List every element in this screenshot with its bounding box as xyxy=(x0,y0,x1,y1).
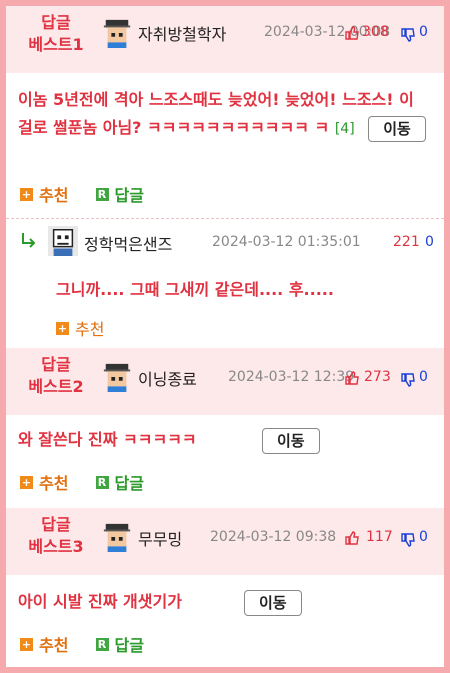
thumbs-down-icon[interactable] xyxy=(400,27,416,43)
comment-date: 2024-03-12 12:39 xyxy=(228,369,355,385)
best-comment-header-2: 답글 베스트2 이닝종료 2024-03-12 12:39 273 0 xyxy=(6,348,444,415)
comment-list: 답글 베스트1 자취방철학자 2024-03-12 00:08 308 0 이놈… xyxy=(0,0,450,673)
recommend-button[interactable]: + 추천 xyxy=(20,632,68,656)
best-comment-header-1: 답글 베스트1 자취방철학자 2024-03-12 00:08 308 0 xyxy=(6,6,444,73)
best-comment-header-3: 답글 베스트3 무무밍 2024-03-12 09:38 117 0 xyxy=(6,508,444,575)
plus-square-icon: + xyxy=(20,475,33,489)
upvote-count: 308 xyxy=(362,24,389,40)
plus-square-icon: + xyxy=(20,637,33,651)
reply-text: 그니까.... 그때 그새끼 같은데.... 후..... xyxy=(56,280,334,299)
move-button[interactable]: 이동 xyxy=(262,428,320,454)
downvote-count: 0 xyxy=(419,369,428,385)
comment-body: 와 잘쓴다 진짜 ㅋㅋㅋㅋㅋ xyxy=(18,426,428,454)
comment-body: 아이 시발 진짜 개샛기가 xyxy=(18,588,428,616)
best-badge-3: 답글 베스트3 xyxy=(28,515,84,556)
thumbs-up-icon[interactable] xyxy=(344,370,360,386)
downvote-count: 0 xyxy=(419,24,428,40)
plus-square-icon: + xyxy=(20,187,33,201)
reply-author-nick[interactable]: 정학먹은샌즈 xyxy=(84,231,172,255)
reply-downvote-count: 0 xyxy=(425,234,434,250)
author-nick[interactable]: 자취방철학자 xyxy=(138,21,226,45)
avatar-icon[interactable] xyxy=(102,522,132,552)
comment-actions: + 추천 R 답글 xyxy=(20,182,166,206)
author-nick[interactable]: 이닝종료 xyxy=(138,366,197,390)
divider xyxy=(6,218,444,219)
reply-recommend-button[interactable]: + 추천 xyxy=(56,316,104,340)
reply-count: [4] xyxy=(334,121,355,137)
thumbs-up-icon[interactable] xyxy=(344,530,360,546)
avatar-icon[interactable] xyxy=(102,362,132,392)
comment-actions: + 추천 R 답글 xyxy=(20,470,166,494)
reply-button[interactable]: R 답글 xyxy=(95,182,144,206)
move-button[interactable]: 이동 xyxy=(368,115,426,142)
reply-button[interactable]: R 답글 xyxy=(95,470,144,494)
upvote-count: 117 xyxy=(366,529,393,545)
best-badge-1: 답글 베스트1 xyxy=(28,13,84,54)
reply-upvote-count: 221 xyxy=(393,234,420,250)
r-square-icon: R xyxy=(95,187,109,201)
comment-text: 와 잘쓴다 진짜 ㅋㅋㅋㅋㅋ xyxy=(18,430,197,449)
best-badge-2: 답글 베스트2 xyxy=(28,355,84,396)
thumbs-up-icon[interactable] xyxy=(344,25,360,41)
reply-actions: + 추천 xyxy=(56,316,126,340)
r-square-icon: R xyxy=(95,475,109,489)
upvote-count: 273 xyxy=(364,369,391,385)
comment-actions: + 추천 R 답글 xyxy=(20,632,166,656)
plus-square-icon: + xyxy=(56,321,69,335)
thumbs-down-icon[interactable] xyxy=(400,372,416,388)
comment-text: 이놈 5년전에 격아 느조스때도 늦었어! 늦었어! 느조스! 이걸로 썰푼놈 … xyxy=(18,90,414,137)
comment-text: 아이 시발 진짜 개샛기가 xyxy=(18,592,182,611)
r-square-icon: R xyxy=(95,637,109,651)
downvote-count: 0 xyxy=(419,529,428,545)
move-button[interactable]: 이동 xyxy=(244,590,302,616)
comment-date: 2024-03-12 09:38 xyxy=(210,529,337,545)
author-nick[interactable]: 무무밍 xyxy=(138,526,182,550)
comment-body: 이놈 5년전에 격아 느조스때도 늦었어! 늦었어! 느조스! 이걸로 썰푼놈 … xyxy=(18,86,428,143)
reply-arrow-icon xyxy=(22,233,36,248)
reply-body: 그니까.... 그때 그새끼 같은데.... 후..... xyxy=(56,276,426,304)
reply-date: 2024-03-12 01:35:01 xyxy=(212,234,361,250)
thumbs-down-icon[interactable] xyxy=(400,532,416,548)
avatar-icon[interactable] xyxy=(102,18,132,48)
recommend-button[interactable]: + 추천 xyxy=(20,182,68,206)
avatar-icon[interactable] xyxy=(48,226,78,256)
reply-button[interactable]: R 답글 xyxy=(95,632,144,656)
recommend-button[interactable]: + 추천 xyxy=(20,470,68,494)
